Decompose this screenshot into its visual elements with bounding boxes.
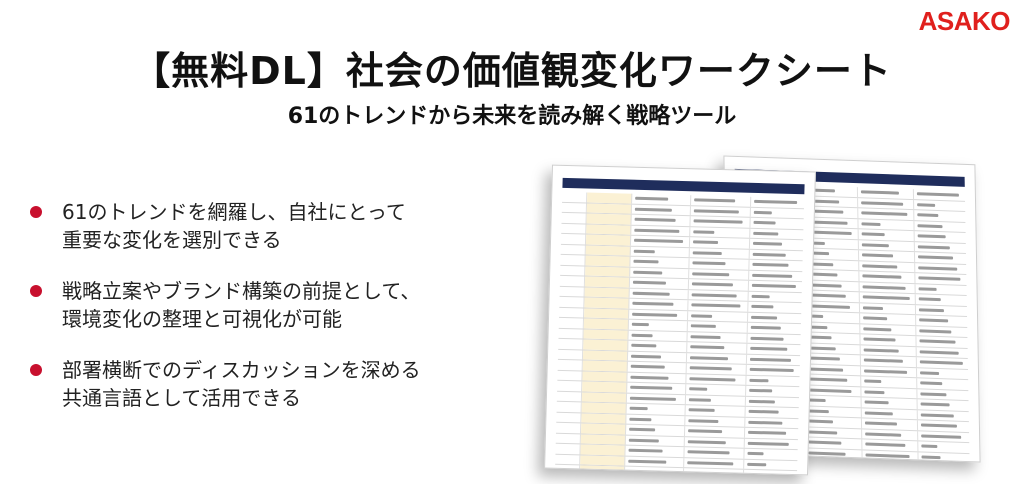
worksheet-preview-front <box>544 164 816 476</box>
feature-item: 部署横断でのディスカッションを深める 共通言語として活用できる <box>28 356 498 412</box>
bullet-dot-icon <box>30 206 42 218</box>
feature-text-line: 戦略立案やブランド構築の前提として、 <box>62 279 421 303</box>
feature-text-line: 61のトレンドを網羅し、自社にとって <box>62 200 406 224</box>
bullet-dot-icon <box>30 285 42 297</box>
feature-list: 61のトレンドを網羅し、自社にとって 重要な変化を選別できる 戦略立案やブランド… <box>28 198 498 435</box>
feature-text-line: 部署横断でのディスカッションを深める <box>62 358 421 382</box>
worksheet-header-bar <box>562 177 805 195</box>
feature-item: 61のトレンドを網羅し、自社にとって 重要な変化を選別できる <box>28 198 498 254</box>
feature-text-line: 共通言語として活用できる <box>62 386 301 410</box>
feature-item: 戦略立案やブランド構築の前提として、 環境変化の整理と可視化が可能 <box>28 277 498 333</box>
bullet-dot-icon <box>30 364 42 376</box>
worksheet-rows <box>554 191 805 476</box>
page-title: 【無料DL】社会の価値観変化ワークシート <box>132 49 892 93</box>
feature-text-line: 環境変化の整理と可視化が可能 <box>62 307 342 331</box>
brand-logo: ASAKO <box>918 6 1011 36</box>
feature-text-line: 重要な変化を選別できる <box>62 228 282 252</box>
page-subtitle: 61のトレンドから未来を読み解く戦略ツール <box>287 104 737 129</box>
